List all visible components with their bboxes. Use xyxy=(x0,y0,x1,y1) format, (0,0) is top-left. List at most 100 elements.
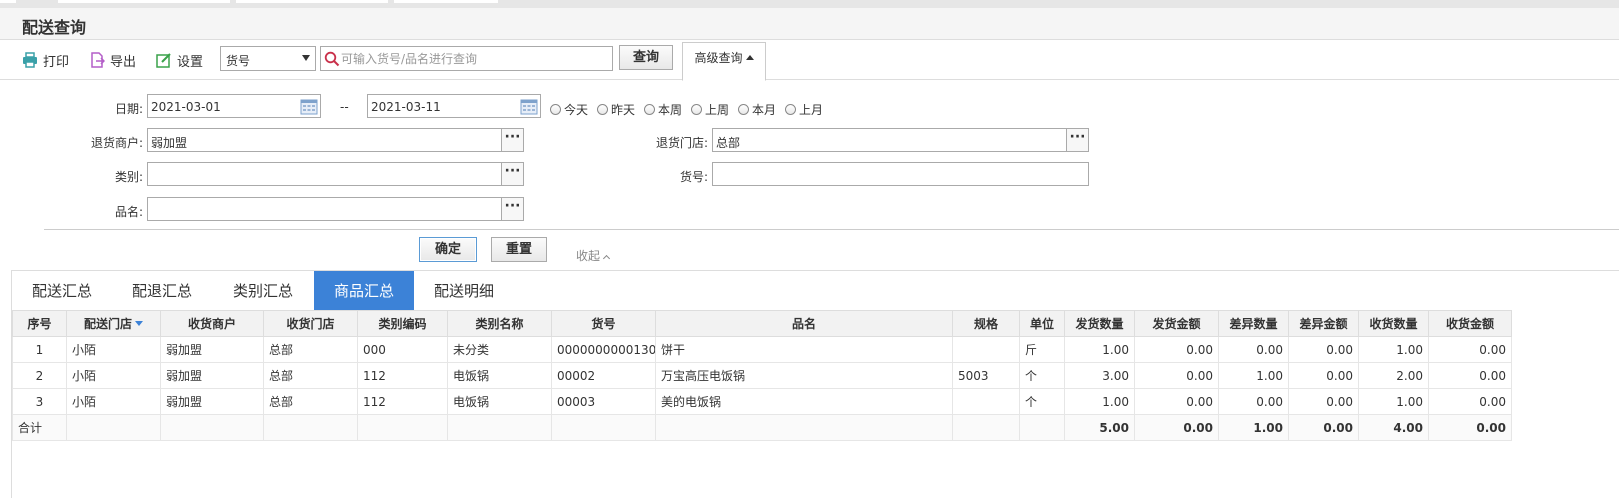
sort-desc-icon xyxy=(135,321,143,326)
quick-date-last-week[interactable]: 上周 xyxy=(691,101,729,118)
search-box xyxy=(320,46,613,71)
tab-delivery-summary[interactable]: 配送汇总 xyxy=(12,271,112,311)
quick-date-today[interactable]: 今天 xyxy=(550,101,588,118)
column-header[interactable]: 收货商户 xyxy=(160,310,264,337)
table-cell xyxy=(160,414,264,441)
table-row[interactable]: 2 小陌 弱加盟 总部 112 电饭锅 00002 万宝高压电饭锅 5003 个… xyxy=(12,362,1512,389)
tab-product-summary[interactable]: 商品汇总 xyxy=(314,271,414,311)
settings-button[interactable]: 设置 xyxy=(156,50,203,70)
column-header[interactable]: 发货数量 xyxy=(1064,310,1135,337)
export-button[interactable]: 导出 xyxy=(89,50,136,70)
table-cell: 000 xyxy=(357,336,448,363)
merchant-value: 弱加盟 xyxy=(151,136,188,150)
data-grid: 序号 配送门店 收货商户 收货门店 类别编码 类别名称 货号 品名 规格 单位 … xyxy=(12,310,1619,441)
table-cell: 万宝高压电饭锅 xyxy=(655,362,953,389)
quick-date-this-month[interactable]: 本月 xyxy=(738,101,776,118)
product-name-field[interactable]: ··· xyxy=(147,197,524,221)
column-header[interactable]: 货号 xyxy=(551,310,656,337)
column-header[interactable]: 差异数量 xyxy=(1218,310,1289,337)
calendar-icon[interactable] xyxy=(520,98,538,115)
product-name-picker-button[interactable]: ··· xyxy=(501,198,523,220)
store-label: 退货门店: xyxy=(655,136,708,150)
column-header-sorted[interactable]: 配送门店 xyxy=(66,310,161,337)
total-cell: 4.00 xyxy=(1358,414,1429,441)
category-picker-button[interactable]: ··· xyxy=(501,163,523,185)
merchant-field[interactable]: 弱加盟 ··· xyxy=(147,128,524,152)
column-header[interactable]: 收货数量 xyxy=(1358,310,1429,337)
column-header[interactable]: 发货金额 xyxy=(1134,310,1219,337)
table-cell: 1.00 xyxy=(1218,362,1289,389)
quick-date-label: 本月 xyxy=(752,103,777,117)
report-tabs: 配送汇总 配退汇总 类别汇总 商品汇总 配送明细 xyxy=(12,270,1619,311)
search-field-select[interactable]: 货号 xyxy=(220,46,316,71)
column-header[interactable]: 收货金额 xyxy=(1428,310,1512,337)
column-header[interactable]: 类别名称 xyxy=(447,310,552,337)
quick-date-yesterday[interactable]: 昨天 xyxy=(597,101,635,118)
table-cell xyxy=(952,414,1020,441)
table-cell: 0000000000130 xyxy=(551,336,656,363)
merchant-label: 退货商户: xyxy=(90,136,143,150)
table-cell: 0.00 xyxy=(1428,336,1512,363)
table-cell xyxy=(952,388,1020,415)
table-cell: 1 xyxy=(12,336,67,363)
table-cell: 112 xyxy=(357,362,448,389)
search-input[interactable] xyxy=(341,49,609,68)
table-cell: 小陌 xyxy=(66,362,161,389)
print-button[interactable]: 打印 xyxy=(22,50,69,70)
print-label: 打印 xyxy=(43,54,70,70)
store-field[interactable]: 总部 ··· xyxy=(712,128,1089,152)
column-header[interactable]: 类别编码 xyxy=(357,310,448,337)
date-to-field[interactable]: 2021-03-11 xyxy=(367,94,541,118)
table-cell xyxy=(66,414,161,441)
quick-date-label: 今天 xyxy=(564,103,589,117)
column-header[interactable]: 单位 xyxy=(1019,310,1065,337)
quick-date-this-week[interactable]: 本周 xyxy=(644,101,682,118)
column-header-label: 配送门店 xyxy=(83,317,132,331)
table-cell: 弱加盟 xyxy=(160,388,264,415)
column-header[interactable]: 规格 xyxy=(952,310,1020,337)
column-header[interactable]: 收货门店 xyxy=(263,310,358,337)
table-cell: 0.00 xyxy=(1134,336,1219,363)
table-cell: 美的电饭锅 xyxy=(655,388,953,415)
radio-icon xyxy=(644,104,655,115)
store-picker-button[interactable]: ··· xyxy=(1066,129,1088,151)
date-from-value: 2021-03-01 xyxy=(151,100,221,114)
quick-date-last-month[interactable]: 上月 xyxy=(785,101,823,118)
table-cell: 3 xyxy=(12,388,67,415)
column-header[interactable]: 序号 xyxy=(12,310,67,337)
tab-category-summary[interactable]: 类别汇总 xyxy=(212,271,314,311)
calendar-icon[interactable] xyxy=(300,98,318,115)
advanced-query-tab[interactable]: 高级查询 xyxy=(682,42,766,81)
date-label: 日期: xyxy=(114,102,143,116)
total-cell: 5.00 xyxy=(1064,414,1135,441)
collapse-toggle[interactable]: 收起 xyxy=(576,247,611,264)
table-cell: 电饭锅 xyxy=(447,388,552,415)
table-cell: 0.00 xyxy=(1218,336,1289,363)
product-name-label: 品名: xyxy=(114,205,143,219)
tab-return-summary[interactable]: 配退汇总 xyxy=(112,271,212,311)
table-cell xyxy=(551,414,656,441)
sku-field[interactable] xyxy=(712,162,1089,186)
query-button[interactable]: 查询 xyxy=(619,45,673,70)
table-cell: 0.00 xyxy=(1428,388,1512,415)
merchant-picker-button[interactable]: ··· xyxy=(501,129,523,151)
table-cell: 总部 xyxy=(263,388,358,415)
table-cell: 0.00 xyxy=(1218,388,1289,415)
table-cell: 饼干 xyxy=(655,336,953,363)
tab-delivery-detail[interactable]: 配送明细 xyxy=(414,271,514,311)
advanced-query-label: 高级查询 xyxy=(694,51,743,65)
caret-up-icon xyxy=(745,55,754,60)
table-row[interactable]: 3 小陌 弱加盟 总部 112 电饭锅 00003 美的电饭锅 个 1.00 0… xyxy=(12,388,1512,415)
column-header[interactable]: 差异金额 xyxy=(1288,310,1359,337)
confirm-button[interactable]: 确定 xyxy=(419,237,477,262)
total-cell: 1.00 xyxy=(1218,414,1289,441)
reset-button[interactable]: 重置 xyxy=(491,237,547,262)
column-header[interactable]: 品名 xyxy=(655,310,953,337)
category-field[interactable]: ··· xyxy=(147,162,524,186)
table-cell: 112 xyxy=(357,388,448,415)
table-cell: 小陌 xyxy=(66,388,161,415)
top-tab-strip xyxy=(0,0,1619,8)
date-from-field[interactable]: 2021-03-01 xyxy=(147,94,321,118)
table-row[interactable]: 1 小陌 弱加盟 总部 000 未分类 0000000000130 饼干 斤 1… xyxy=(12,336,1512,363)
filter-panel: 日期: 2021-03-01 -- 2021-03-11 今天 昨天 本周 上周… xyxy=(0,81,1619,270)
